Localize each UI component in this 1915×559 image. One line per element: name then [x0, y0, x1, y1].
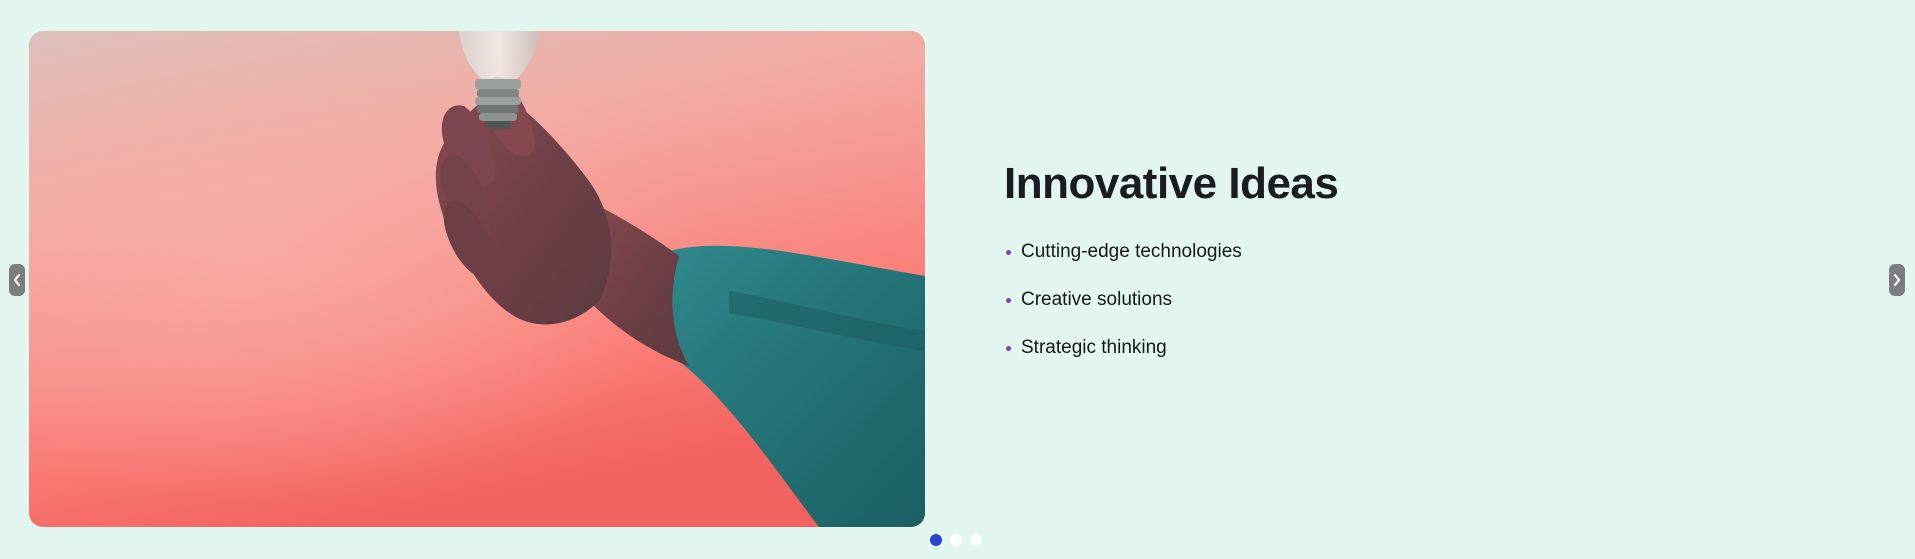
chevron-left-icon [12, 273, 22, 287]
bullet-icon [1006, 298, 1011, 303]
slide-title: Innovative Ideas [1004, 159, 1339, 208]
feature-list: Cutting-edge technologies Creative solut… [1004, 236, 1704, 380]
pagination-dot-3[interactable] [970, 534, 982, 546]
pagination-dots [930, 534, 982, 546]
slide-content: Innovative Ideas Cutting-edge technologi… [1004, 155, 1704, 380]
chevron-right-icon [1892, 273, 1902, 287]
pagination-dot-1[interactable] [930, 534, 942, 546]
next-slide-button[interactable] [1889, 264, 1905, 296]
bullet-icon [1006, 346, 1011, 351]
feature-label: Strategic thinking [1021, 337, 1167, 358]
feature-label: Cutting-edge technologies [1021, 241, 1242, 262]
list-item: Creative solutions [1004, 284, 1704, 332]
carousel: Innovative Ideas Cutting-edge technologi… [0, 0, 1915, 559]
list-item: Cutting-edge technologies [1004, 236, 1704, 284]
previous-slide-button[interactable] [9, 264, 25, 296]
feature-label: Creative solutions [1021, 289, 1173, 310]
pagination-dot-2[interactable] [950, 534, 962, 546]
list-item: Strategic thinking [1004, 332, 1704, 380]
bullet-icon [1006, 250, 1011, 255]
slide-image [29, 31, 925, 527]
